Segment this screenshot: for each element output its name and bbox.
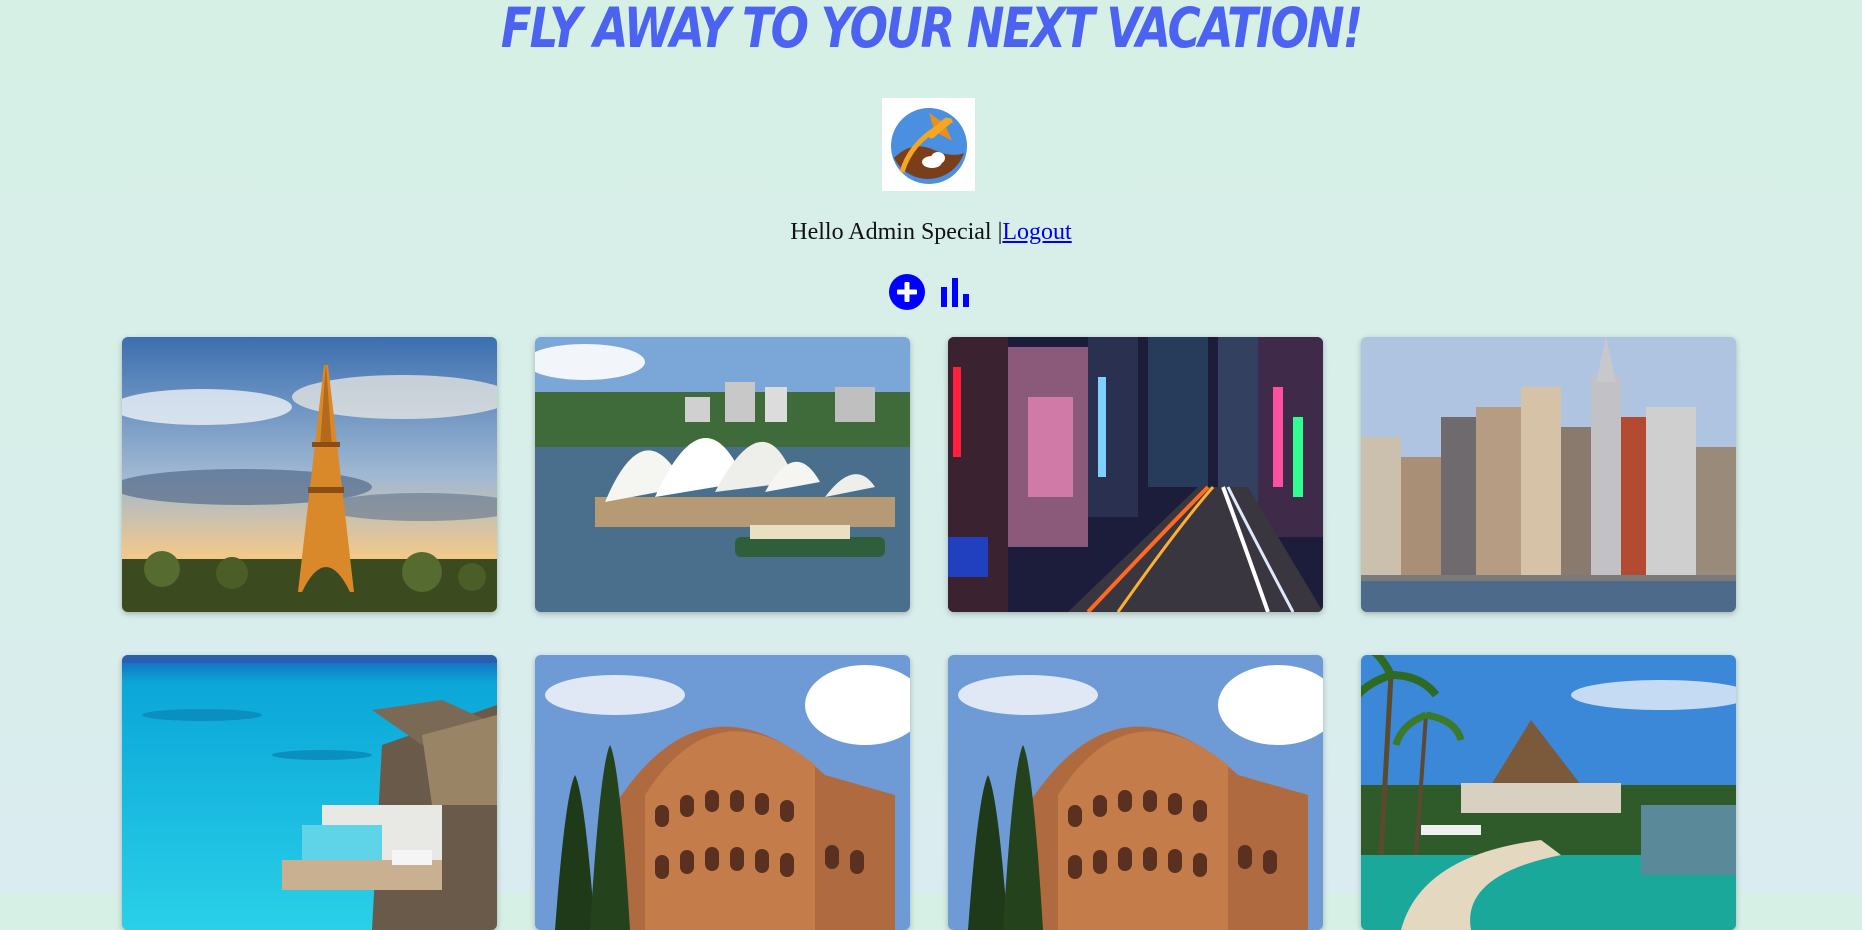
tropical-resort-image (1361, 655, 1736, 930)
destination-grid (122, 337, 1736, 930)
destination-card-tropical-resort[interactable] (1361, 655, 1736, 930)
add-circle-icon[interactable] (888, 273, 926, 311)
colosseum-image (535, 655, 910, 930)
sydney-opera-house-image (535, 337, 910, 612)
plane-globe-logo-icon (891, 108, 967, 184)
eiffel-tower-image (122, 337, 497, 612)
overwater-bungalow-image (122, 655, 497, 930)
logout-link[interactable]: Logout (1002, 219, 1071, 245)
destination-card-colosseum[interactable] (535, 655, 910, 930)
tokyo-night-street-image (948, 337, 1323, 612)
destination-card-overwater-bungalow[interactable] (122, 655, 497, 930)
destination-card-tokyo[interactable] (948, 337, 1323, 612)
site-logo (882, 98, 975, 191)
destination-card-eiffel-tower[interactable] (122, 337, 497, 612)
greeting-text: Hello Admin Special | (790, 219, 1003, 245)
page-title: FLY AWAY TO YOUR NEXT VACATION! (500, 0, 1363, 60)
destination-card-colosseum[interactable] (948, 655, 1323, 930)
colosseum-image (948, 655, 1323, 930)
destination-card-new-york[interactable] (1361, 337, 1736, 612)
new-york-skyline-image (1361, 337, 1736, 612)
destination-card-sydney-opera-house[interactable] (535, 337, 910, 612)
admin-actions (888, 273, 974, 311)
user-greeting: Hello Admin Special |Logout (0, 219, 1862, 246)
bar-chart-icon[interactable] (936, 273, 974, 311)
